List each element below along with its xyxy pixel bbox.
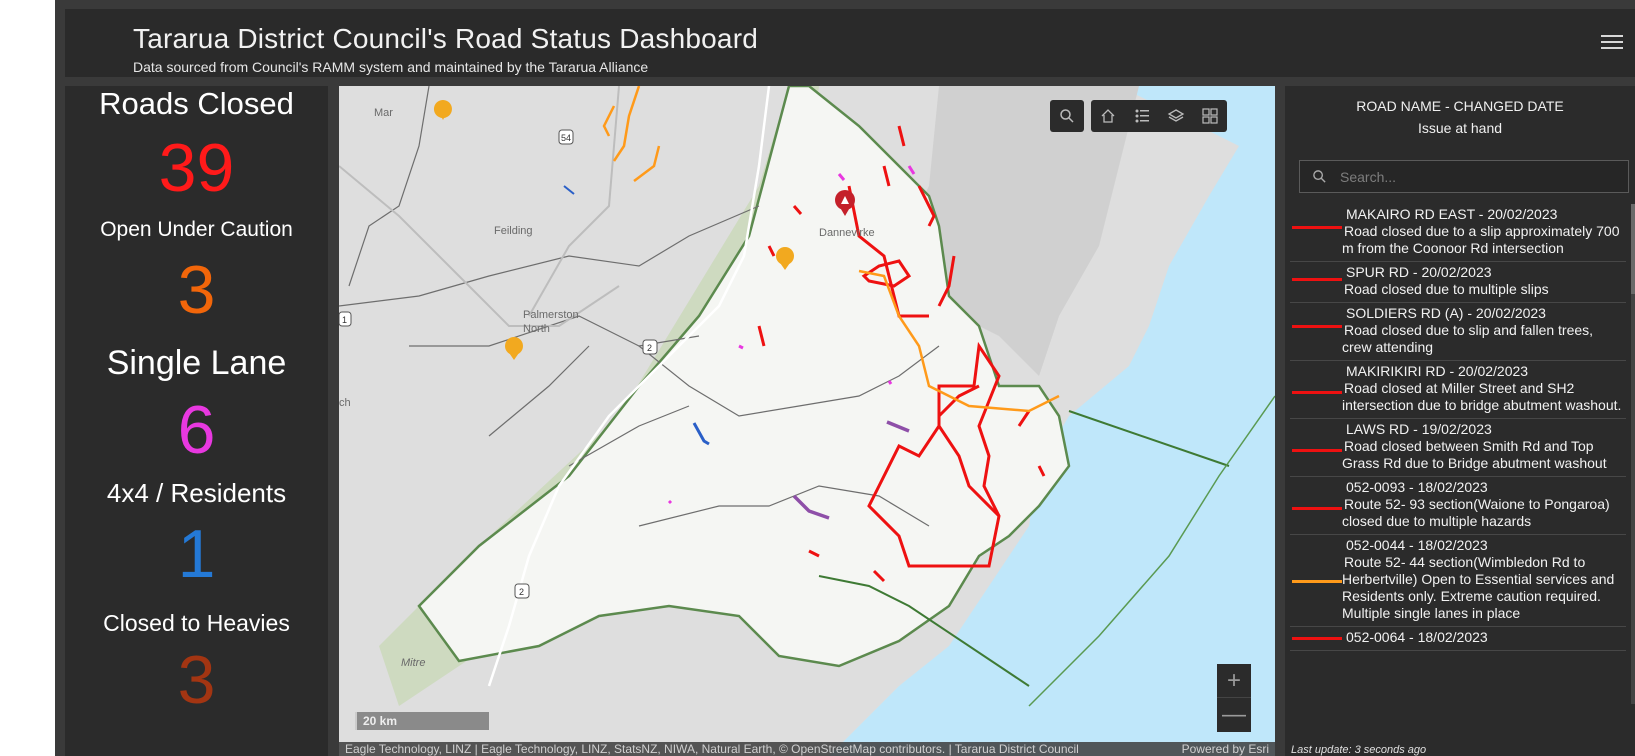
road-status-map[interactable]: Mar Feilding Palmerston North Dannevirke… bbox=[339, 86, 1275, 756]
road-name-date: 052-0044 - 18/02/2023 bbox=[1346, 537, 1488, 553]
stats-panel: Roads Closed 39 Open Under Caution 3 Sin… bbox=[65, 86, 328, 756]
map-basemap: Mar Feilding Palmerston North Dannevirke… bbox=[339, 86, 1275, 756]
list-item[interactable]: 052-0064 - 18/02/2023 bbox=[1290, 627, 1626, 651]
road-issue: Road closed due to multiple slips bbox=[1344, 281, 1549, 297]
road-issue: Road closed at Miller Street and SH2 int… bbox=[1342, 380, 1622, 413]
zoom-in-button[interactable]: + bbox=[1217, 664, 1251, 698]
place-label: Feilding bbox=[494, 225, 533, 237]
place-label: Palmerston bbox=[523, 309, 579, 321]
status-color-swatch bbox=[1292, 226, 1342, 229]
place-label: ch bbox=[339, 397, 351, 409]
status-color-swatch bbox=[1292, 507, 1342, 510]
map-widgets-toolbar bbox=[1091, 100, 1227, 132]
status-color-swatch bbox=[1292, 449, 1342, 452]
list-item[interactable]: LAWS RD - 19/02/2023 Road closed between … bbox=[1290, 419, 1626, 477]
status-color-swatch bbox=[1292, 278, 1342, 281]
basemap-gallery-icon[interactable] bbox=[1193, 100, 1227, 132]
stat-value-open-under-caution: 3 bbox=[177, 252, 216, 328]
stat-label-4x4-residents: 4x4 / Residents bbox=[106, 478, 287, 508]
stat-value-single-lane: 6 bbox=[177, 392, 216, 468]
stat-value-4x4-residents: 1 bbox=[177, 516, 216, 592]
status-color-swatch bbox=[1292, 391, 1342, 394]
place-label: Dannevirke bbox=[819, 227, 875, 239]
zoom-control: + — bbox=[1217, 664, 1251, 732]
dashboard-subtitle: Data sourced from Council's RAMM system … bbox=[133, 59, 649, 75]
road-issue: Road closed between Smith Rd and Top Gra… bbox=[1342, 438, 1607, 471]
place-label: Mitre bbox=[401, 657, 425, 669]
list-item[interactable]: SPUR RD - 20/02/2023 Road closed due to m… bbox=[1290, 262, 1626, 303]
list-scrollbar[interactable] bbox=[1631, 204, 1635, 704]
road-name-date: 052-0093 - 18/02/2023 bbox=[1346, 479, 1488, 495]
search-icon bbox=[1312, 169, 1327, 189]
list-search-box bbox=[1299, 160, 1629, 193]
stat-label-open-under-caution: Open Under Caution bbox=[100, 218, 293, 241]
stat-label-roads-closed: Roads Closed bbox=[99, 86, 294, 121]
road-name-date: MAKAIRO RD EAST - 20/02/2023 bbox=[1346, 206, 1558, 222]
route-shield: 1 bbox=[342, 315, 347, 325]
road-issue: Road closed due to slip and fallen trees… bbox=[1342, 322, 1594, 355]
layers-icon[interactable] bbox=[1159, 100, 1193, 132]
list-item[interactable]: MAKAIRO RD EAST - 20/02/2023 Road closed … bbox=[1290, 204, 1626, 262]
list-item[interactable]: SOLDIERS RD (A) - 20/02/2023 Road closed … bbox=[1290, 303, 1626, 361]
stat-value-closed-to-heavies: 3 bbox=[177, 642, 216, 718]
status-color-swatch bbox=[1292, 637, 1342, 640]
map-search-toolbar bbox=[1050, 100, 1084, 132]
route-shield: 2 bbox=[519, 587, 524, 597]
attribution-text: Eagle Technology, LINZ | Eagle Technolog… bbox=[345, 742, 1079, 756]
powered-by-esri[interactable]: Powered by Esri bbox=[1182, 742, 1269, 756]
road-name-date: LAWS RD - 19/02/2023 bbox=[1346, 421, 1492, 437]
route-shield: 2 bbox=[647, 343, 652, 353]
search-input[interactable] bbox=[1340, 167, 1620, 187]
place-label: North bbox=[523, 323, 550, 335]
stat-label-single-lane: Single Lane bbox=[106, 344, 287, 382]
road-name-date: SPUR RD - 20/02/2023 bbox=[1346, 264, 1492, 280]
route-shield: 54 bbox=[561, 133, 571, 143]
place-label: Mar bbox=[374, 107, 393, 119]
list-header-title: ROAD NAME - CHANGED DATE bbox=[1356, 98, 1564, 114]
list-header-subtitle: Issue at hand bbox=[1417, 120, 1503, 136]
stat-value-roads-closed: 39 bbox=[158, 130, 235, 206]
legend-icon[interactable] bbox=[1125, 100, 1159, 132]
header: Tararua District Council's Road Status D… bbox=[65, 9, 1635, 77]
list-item[interactable]: 052-0093 - 18/02/2023 Route 52- 93 sectio… bbox=[1290, 477, 1626, 535]
zoom-out-button[interactable]: — bbox=[1217, 698, 1251, 732]
road-status-list: MAKAIRO RD EAST - 20/02/2023 Road closed … bbox=[1290, 204, 1626, 651]
road-list-panel: ROAD NAME - CHANGED DATE Issue at hand M… bbox=[1285, 86, 1635, 756]
road-issue: Route 52- 93 section(Waione to Pongaroa)… bbox=[1342, 496, 1610, 529]
stat-label-closed-to-heavies: Closed to Heavies bbox=[103, 610, 290, 636]
scale-bar: 20 km bbox=[355, 712, 489, 730]
map-attribution: Eagle Technology, LINZ | Eagle Technolog… bbox=[339, 742, 1275, 756]
dashboard-title: Tararua District Council's Road Status D… bbox=[133, 23, 758, 54]
dashboard-app: Tararua District Council's Road Status D… bbox=[55, 0, 1635, 756]
last-update-text: Last update: 3 seconds ago bbox=[1291, 744, 1427, 756]
search-icon[interactable] bbox=[1050, 100, 1084, 132]
status-color-swatch bbox=[1292, 580, 1342, 583]
list-item[interactable]: MAKIRIKIRI RD - 20/02/2023 Road closed at… bbox=[1290, 361, 1626, 419]
road-issue: Road closed due to a slip approximately … bbox=[1342, 223, 1620, 256]
road-name-date: 052-0064 - 18/02/2023 bbox=[1346, 629, 1488, 645]
road-name-date: MAKIRIKIRI RD - 20/02/2023 bbox=[1346, 363, 1529, 379]
road-name-date: SOLDIERS RD (A) - 20/02/2023 bbox=[1346, 305, 1546, 321]
hamburger-menu-icon[interactable] bbox=[1601, 31, 1623, 51]
status-color-swatch bbox=[1292, 325, 1342, 328]
list-item[interactable]: 052-0044 - 18/02/2023 Route 52- 44 sectio… bbox=[1290, 535, 1626, 627]
home-icon[interactable] bbox=[1091, 100, 1125, 132]
road-issue: Route 52- 44 section(Wimbledon Rd to Her… bbox=[1342, 554, 1615, 621]
